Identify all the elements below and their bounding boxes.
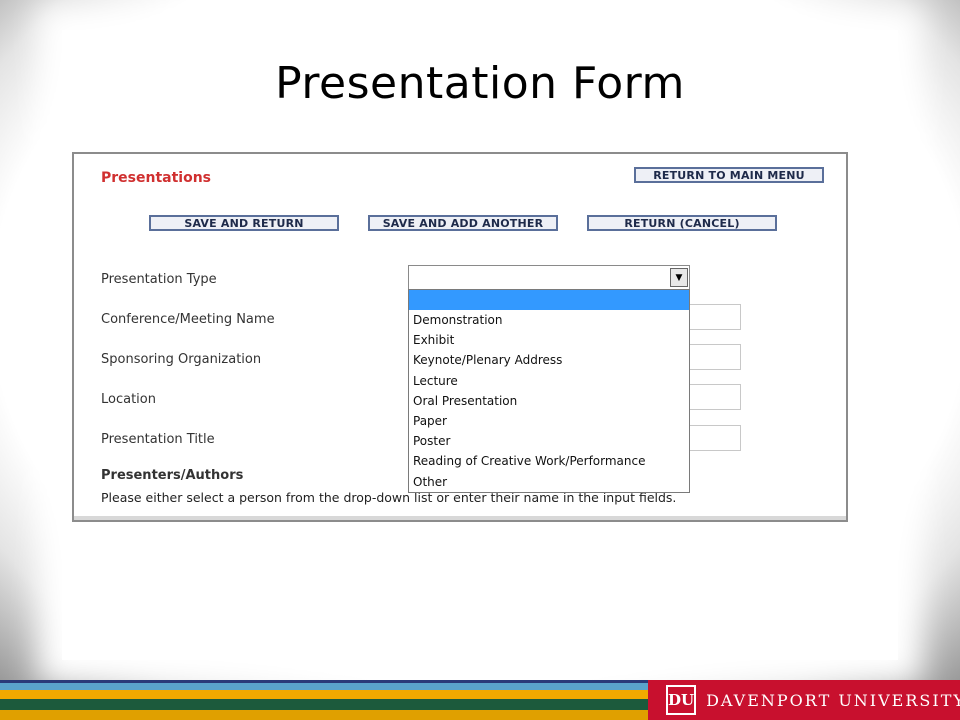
section-title: Presentations	[101, 170, 212, 186]
dropdown-option[interactable]: Exhibit	[409, 330, 689, 350]
slide-footer: DU DAVENPORT UNIVERSITY	[0, 680, 960, 720]
footer-stripe	[0, 690, 648, 699]
location-input[interactable]	[686, 384, 741, 410]
presentation-title-label: Presentation Title	[101, 432, 215, 447]
dropdown-option[interactable]: Lecture	[409, 371, 689, 391]
footer-stripe	[0, 680, 648, 683]
presentation-type-label: Presentation Type	[101, 272, 217, 287]
dropdown-option[interactable]: Reading of Creative Work/Performance	[409, 451, 689, 471]
university-brand-bar: DU DAVENPORT UNIVERSITY	[648, 680, 960, 720]
dropdown-option[interactable]: Keynote/Plenary Address	[409, 350, 689, 370]
conference-name-input[interactable]	[686, 304, 741, 330]
form-screenshot: Presentations RETURN TO MAIN MENU SAVE A…	[72, 152, 848, 522]
presentation-type-dropdown[interactable]: Demonstration Exhibit Keynote/Plenary Ad…	[408, 289, 690, 493]
footer-stripe	[0, 710, 648, 720]
sponsoring-organization-input[interactable]	[686, 344, 741, 370]
slide-title: Presentation Form	[275, 58, 685, 109]
dropdown-option[interactable]: Demonstration	[409, 310, 689, 330]
chevron-down-icon[interactable]: ▼	[670, 268, 688, 287]
university-name: DAVENPORT UNIVERSITY	[706, 690, 960, 710]
return-to-main-menu-button[interactable]: RETURN TO MAIN MENU	[634, 167, 824, 183]
footer-stripe	[0, 699, 648, 710]
save-and-add-another-button[interactable]: SAVE AND ADD ANOTHER	[368, 215, 558, 231]
screenshot-divider	[74, 516, 846, 520]
presentation-type-select[interactable]: ▼	[408, 265, 690, 290]
return-cancel-button[interactable]: RETURN (CANCEL)	[587, 215, 777, 231]
dropdown-option[interactable]: Other	[409, 472, 689, 492]
dropdown-option[interactable]: Oral Presentation	[409, 391, 689, 411]
sponsoring-organization-label: Sponsoring Organization	[101, 352, 262, 367]
presenters-authors-heading: Presenters/Authors	[101, 468, 244, 483]
location-label: Location	[101, 392, 156, 407]
dropdown-option[interactable]: Poster	[409, 431, 689, 451]
dropdown-option[interactable]: Paper	[409, 411, 689, 431]
university-logo-icon: DU	[666, 685, 697, 715]
dropdown-option-blank[interactable]	[409, 290, 689, 310]
save-and-return-button[interactable]: SAVE AND RETURN	[149, 215, 339, 231]
presentation-title-input[interactable]	[686, 425, 741, 451]
conference-name-label: Conference/Meeting Name	[101, 312, 275, 327]
